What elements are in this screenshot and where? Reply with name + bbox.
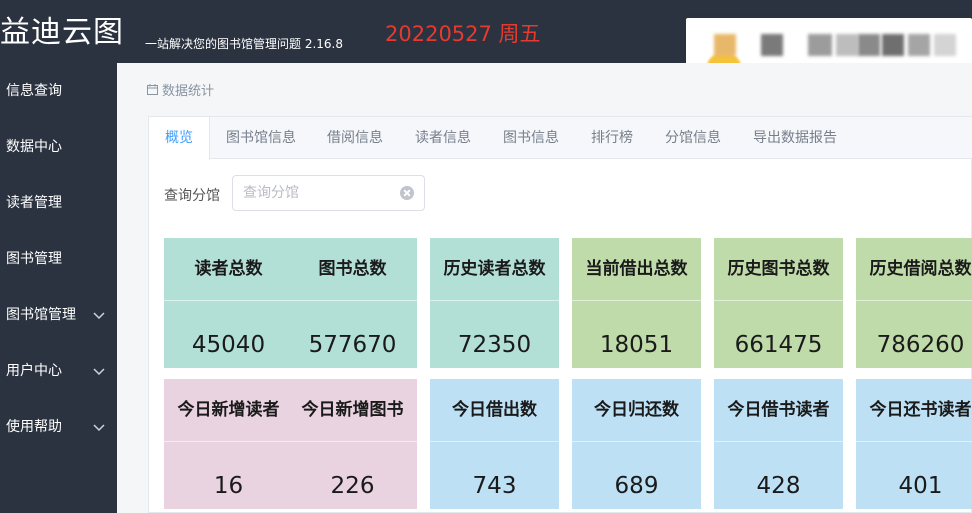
stat-card: 读者总数 45040 — [164, 238, 293, 368]
tab-reader-info[interactable]: 读者信息 — [398, 117, 488, 159]
blurred-block — [836, 34, 858, 56]
tab-library-info[interactable]: 图书馆信息 — [210, 117, 312, 159]
stat-card-title: 今日新增图书 — [301, 400, 404, 420]
sidebar-item-help[interactable]: 使用帮助 — [0, 399, 117, 455]
sidebar-item-label: 图书馆管理 — [6, 307, 76, 323]
stat-card: 图书总数 577670 — [288, 238, 417, 368]
stat-card-value: 577670 — [308, 332, 397, 358]
blurred-block — [882, 34, 904, 56]
sidebar-item-label: 图书管理 — [6, 251, 62, 267]
sidebar-item-label: 用户中心 — [6, 363, 62, 379]
stat-card-title: 今日新增读者 — [177, 400, 280, 420]
stat-card: 今日借出数 743 — [430, 379, 559, 509]
tab-export-report[interactable]: 导出数据报告 — [736, 117, 854, 159]
stat-card: 今日还书读者 401 — [856, 379, 972, 509]
stat-card-value: 401 — [898, 473, 943, 499]
blurred-block — [934, 34, 956, 56]
stat-card-value: 743 — [472, 473, 517, 499]
divider — [288, 441, 417, 442]
stat-card-title: 图书总数 — [318, 259, 387, 279]
tab-overview[interactable]: 概览 — [149, 117, 210, 160]
stat-card-value: 16 — [213, 473, 244, 499]
stat-card-title: 历史读者总数 — [443, 259, 546, 279]
clear-icon[interactable] — [400, 186, 414, 200]
blurred-block — [761, 34, 783, 56]
breadcrumb: 数据统计 — [147, 80, 214, 99]
branch-search-input[interactable] — [243, 184, 393, 202]
stat-card-title: 今日归还数 — [594, 400, 679, 420]
stat-card-title: 今日借书读者 — [727, 400, 830, 420]
main-area: 数据统计 概览 图书馆信息 借阅信息 读者信息 图书信息 排行榜 分馆信息 导出… — [117, 63, 972, 513]
stat-card-title: 历史借阅总数 — [869, 259, 972, 279]
sidebar-item-label: 数据中心 — [6, 139, 62, 155]
branch-filter-label: 查询分馆 — [164, 188, 220, 204]
branch-search-field[interactable] — [232, 175, 425, 211]
divider — [714, 441, 843, 442]
divider — [430, 441, 559, 442]
divider — [572, 441, 701, 442]
stat-cards: 读者总数 45040 图书总数 577670 历史读者总数 72350 当前借出… — [164, 238, 972, 513]
sidebar-item-user-center[interactable]: 用户中心 — [0, 343, 117, 399]
sidebar-item-book-management[interactable]: 图书管理 — [0, 231, 117, 287]
stat-card: 今日归还数 689 — [572, 379, 701, 509]
sidebar-item-label: 读者管理 — [6, 195, 62, 211]
divider — [164, 300, 293, 301]
blurred-block — [808, 34, 832, 56]
divider — [572, 300, 701, 301]
stat-card-title: 当前借出总数 — [585, 259, 688, 279]
tab-ranking[interactable]: 排行榜 — [574, 117, 650, 159]
breadcrumb-label[interactable]: 数据统计 — [162, 80, 214, 99]
stat-card: 今日借书读者 428 — [714, 379, 843, 509]
stat-card-value: 428 — [756, 473, 801, 499]
stat-card: 当前借出总数 18051 — [572, 238, 701, 368]
blurred-block — [908, 34, 930, 56]
stat-card: 今日新增图书 226 — [288, 379, 417, 509]
stat-card: 历史图书总数 661475 — [714, 238, 843, 368]
chevron-down-icon — [93, 424, 105, 432]
blurred-block — [714, 34, 736, 56]
divider — [856, 441, 972, 442]
stats-panel: 概览 图书馆信息 借阅信息 读者信息 图书信息 排行榜 分馆信息 导出数据报告 … — [148, 116, 972, 513]
tab-branch-info[interactable]: 分馆信息 — [650, 117, 736, 159]
stat-card-value: 45040 — [191, 332, 266, 358]
sidebar-item-reader-management[interactable]: 读者管理 — [0, 175, 117, 231]
sidebar-item-info-query[interactable]: 信息查询 — [0, 63, 117, 119]
divider — [288, 300, 417, 301]
stat-card-value: 226 — [330, 473, 375, 499]
stat-card-value: 72350 — [457, 332, 532, 358]
tab-bar: 概览 图书馆信息 借阅信息 读者信息 图书信息 排行榜 分馆信息 导出数据报告 — [149, 117, 972, 160]
chevron-down-icon — [93, 368, 105, 376]
stat-card-value: 18051 — [599, 332, 674, 358]
divider — [164, 441, 293, 442]
chevron-down-icon — [93, 312, 105, 320]
stat-card-value: 661475 — [734, 332, 823, 358]
sidebar-item-label: 信息查询 — [6, 83, 62, 99]
stat-card-title: 历史图书总数 — [727, 259, 830, 279]
blurred-block — [858, 34, 880, 56]
app-subtitle: 一站解决您的图书馆管理问题 2.16.8 — [145, 37, 343, 51]
divider — [430, 300, 559, 301]
sidebar-item-label: 使用帮助 — [6, 419, 62, 435]
stat-card: 历史读者总数 72350 — [430, 238, 559, 368]
stat-card: 今日新增读者 16 — [164, 379, 293, 509]
stat-card-title: 今日还书读者 — [869, 400, 972, 420]
stat-card: 历史借阅总数 786260 — [856, 238, 972, 368]
stat-card-value: 689 — [614, 473, 659, 499]
sidebar: 信息查询 数据中心 读者管理 图书管理 图书馆管理 用户中心 使用帮助 — [0, 63, 117, 513]
tab-book-info[interactable]: 图书信息 — [488, 117, 574, 159]
stat-card-title: 今日借出数 — [452, 400, 537, 420]
stat-card-title: 读者总数 — [194, 259, 263, 279]
sidebar-item-library-management[interactable]: 图书馆管理 — [0, 287, 117, 343]
tab-borrow-info[interactable]: 借阅信息 — [312, 117, 398, 159]
calendar-icon — [147, 84, 158, 95]
divider — [856, 300, 972, 301]
sidebar-item-data-center[interactable]: 数据中心 — [0, 119, 117, 175]
stat-card-value: 786260 — [876, 332, 965, 358]
date-stamp: 20220527 周五 — [385, 22, 541, 46]
divider — [714, 300, 843, 301]
app-name[interactable]: 益迪云图 — [0, 14, 124, 52]
